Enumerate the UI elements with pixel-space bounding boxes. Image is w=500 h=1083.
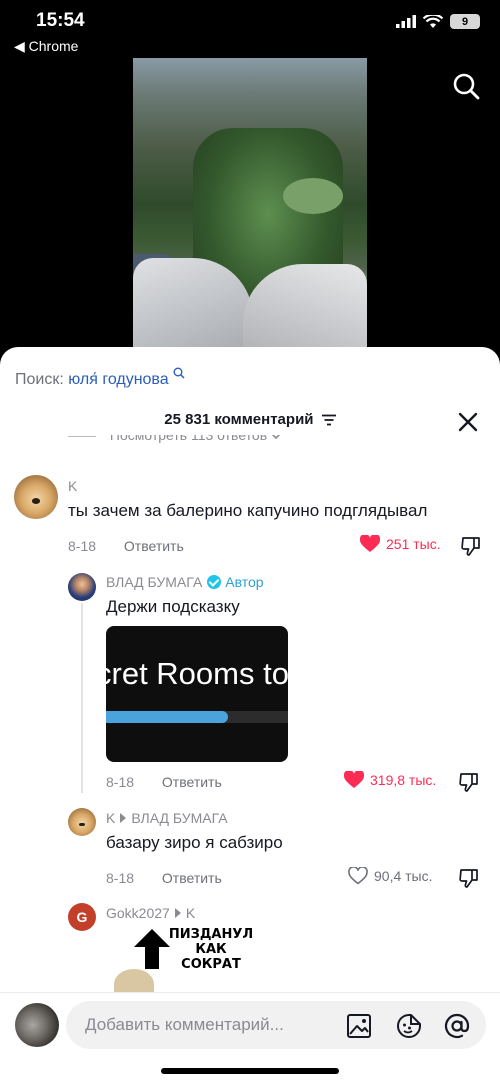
comment-text: ты зачем за балерино капучино подглядыва… bbox=[68, 501, 428, 520]
comments-header: 25 831 комментарий bbox=[0, 411, 500, 433]
reply-button[interactable]: Ответить bbox=[124, 538, 184, 554]
search-small-icon bbox=[173, 367, 185, 379]
chevron-down-icon bbox=[271, 435, 281, 440]
like-button[interactable]: 251 тыс. bbox=[360, 535, 441, 553]
gif-progress-fill bbox=[106, 711, 228, 723]
dislike-icon[interactable] bbox=[460, 535, 482, 557]
video-preview[interactable] bbox=[133, 58, 367, 350]
status-icons: 9 bbox=[396, 14, 480, 29]
comment-author[interactable]: Gokk2027 K bbox=[106, 905, 195, 921]
author-name: ВЛАД БУМАГА bbox=[106, 574, 203, 590]
comment-meta: 8-18 Ответить bbox=[106, 774, 222, 790]
mention-icon[interactable] bbox=[444, 1013, 470, 1039]
comment-input-placeholder: Добавить комментарий... bbox=[85, 1015, 284, 1034]
status-bar: 15:54 ◀ Chrome 9 bbox=[0, 0, 500, 58]
reply-to-name: ВЛАД БУМАГА bbox=[131, 810, 228, 826]
gif-caption: cret Rooms to bbox=[106, 656, 288, 691]
comment-author[interactable]: ВЛАД БУМАГА Автор bbox=[106, 574, 264, 590]
view-replies-label: Посмотреть 113 ответов bbox=[109, 435, 268, 443]
view-replies-link[interactable]: Посмотреть 113 ответов bbox=[68, 435, 281, 443]
heart-filled-icon bbox=[344, 771, 364, 788]
like-button[interactable]: 90,4 тыс. bbox=[348, 867, 433, 885]
reply-arrow-icon bbox=[120, 813, 127, 823]
comments-sheet: Поиск: юля́ годунова 25 831 комментарий … bbox=[0, 347, 500, 1083]
reply-button[interactable]: Ответить bbox=[162, 774, 222, 790]
avatar[interactable] bbox=[68, 808, 96, 836]
search-label: Поиск: bbox=[15, 371, 64, 388]
verified-badge-icon bbox=[207, 575, 222, 589]
comment-input[interactable]: Добавить комментарий... bbox=[66, 1001, 486, 1049]
comment-date: 8-18 bbox=[68, 538, 97, 554]
like-button[interactable]: 319,8 тыс. bbox=[344, 771, 436, 789]
thread-line bbox=[81, 603, 83, 793]
clock: 15:54 bbox=[36, 10, 85, 31]
comment-count: 25 831 комментарий bbox=[164, 411, 314, 428]
author-name: Gokk2027 bbox=[106, 905, 170, 921]
author-badge: Автор bbox=[225, 574, 264, 590]
like-count: 251 тыс. bbox=[386, 536, 441, 552]
comment-input-bar: Добавить комментарий... bbox=[0, 992, 500, 1083]
search-icon[interactable] bbox=[452, 72, 480, 100]
close-icon[interactable] bbox=[456, 410, 480, 434]
heart-outline-icon bbox=[348, 867, 368, 885]
like-count: 319,8 тыс. bbox=[370, 772, 437, 788]
comment-date: 8-18 bbox=[106, 774, 135, 790]
comment-date: 8-18 bbox=[106, 870, 135, 886]
like-count: 90,4 тыс. bbox=[374, 868, 433, 884]
comments-list[interactable]: Посмотреть 113 ответов K ты зачем за бал… bbox=[0, 435, 500, 995]
comment-author[interactable]: K ВЛАД БУМАГА bbox=[106, 810, 228, 826]
meme-caption: ПИЗДАНУЛ КАК СОКРАТ bbox=[168, 927, 254, 972]
gif-attachment[interactable]: cret Rooms to bbox=[106, 626, 288, 762]
reply-arrow-icon bbox=[174, 908, 181, 918]
arrow-up-icon bbox=[134, 929, 170, 969]
comment-text: Держи подсказку bbox=[106, 597, 240, 616]
meme-attachment[interactable]: ПИЗДАНУЛ КАК СОКРАТ bbox=[106, 925, 266, 995]
author-name: K bbox=[106, 810, 116, 826]
signal-icon bbox=[396, 15, 416, 28]
search-suggestion[interactable]: Поиск: юля́ годунова bbox=[15, 367, 185, 389]
avatar[interactable]: G bbox=[68, 903, 96, 931]
search-query-link[interactable]: юля́ годунова bbox=[68, 371, 168, 388]
reply-button[interactable]: Ответить bbox=[162, 870, 222, 886]
battery-icon: 9 bbox=[450, 14, 480, 29]
back-to-chrome-link[interactable]: ◀ Chrome bbox=[14, 38, 78, 55]
avatar[interactable] bbox=[14, 475, 58, 519]
comment-author[interactable]: K bbox=[68, 478, 77, 494]
dislike-icon[interactable] bbox=[458, 771, 480, 793]
my-avatar[interactable] bbox=[15, 1003, 59, 1047]
comment-text: базару зиро я сабзиро bbox=[106, 833, 283, 852]
heart-filled-icon bbox=[360, 535, 380, 552]
dislike-icon[interactable] bbox=[458, 867, 480, 889]
avatar[interactable] bbox=[68, 573, 96, 601]
sort-icon[interactable] bbox=[321, 414, 336, 426]
comment-meta: 8-18 Ответить bbox=[68, 538, 184, 554]
comment-meta: 8-18 Ответить bbox=[106, 870, 222, 886]
wifi-icon bbox=[423, 14, 443, 28]
sticker-icon[interactable] bbox=[396, 1013, 422, 1039]
home-indicator bbox=[161, 1068, 339, 1074]
reply-to-name: K bbox=[185, 905, 196, 921]
image-icon[interactable] bbox=[346, 1013, 372, 1039]
